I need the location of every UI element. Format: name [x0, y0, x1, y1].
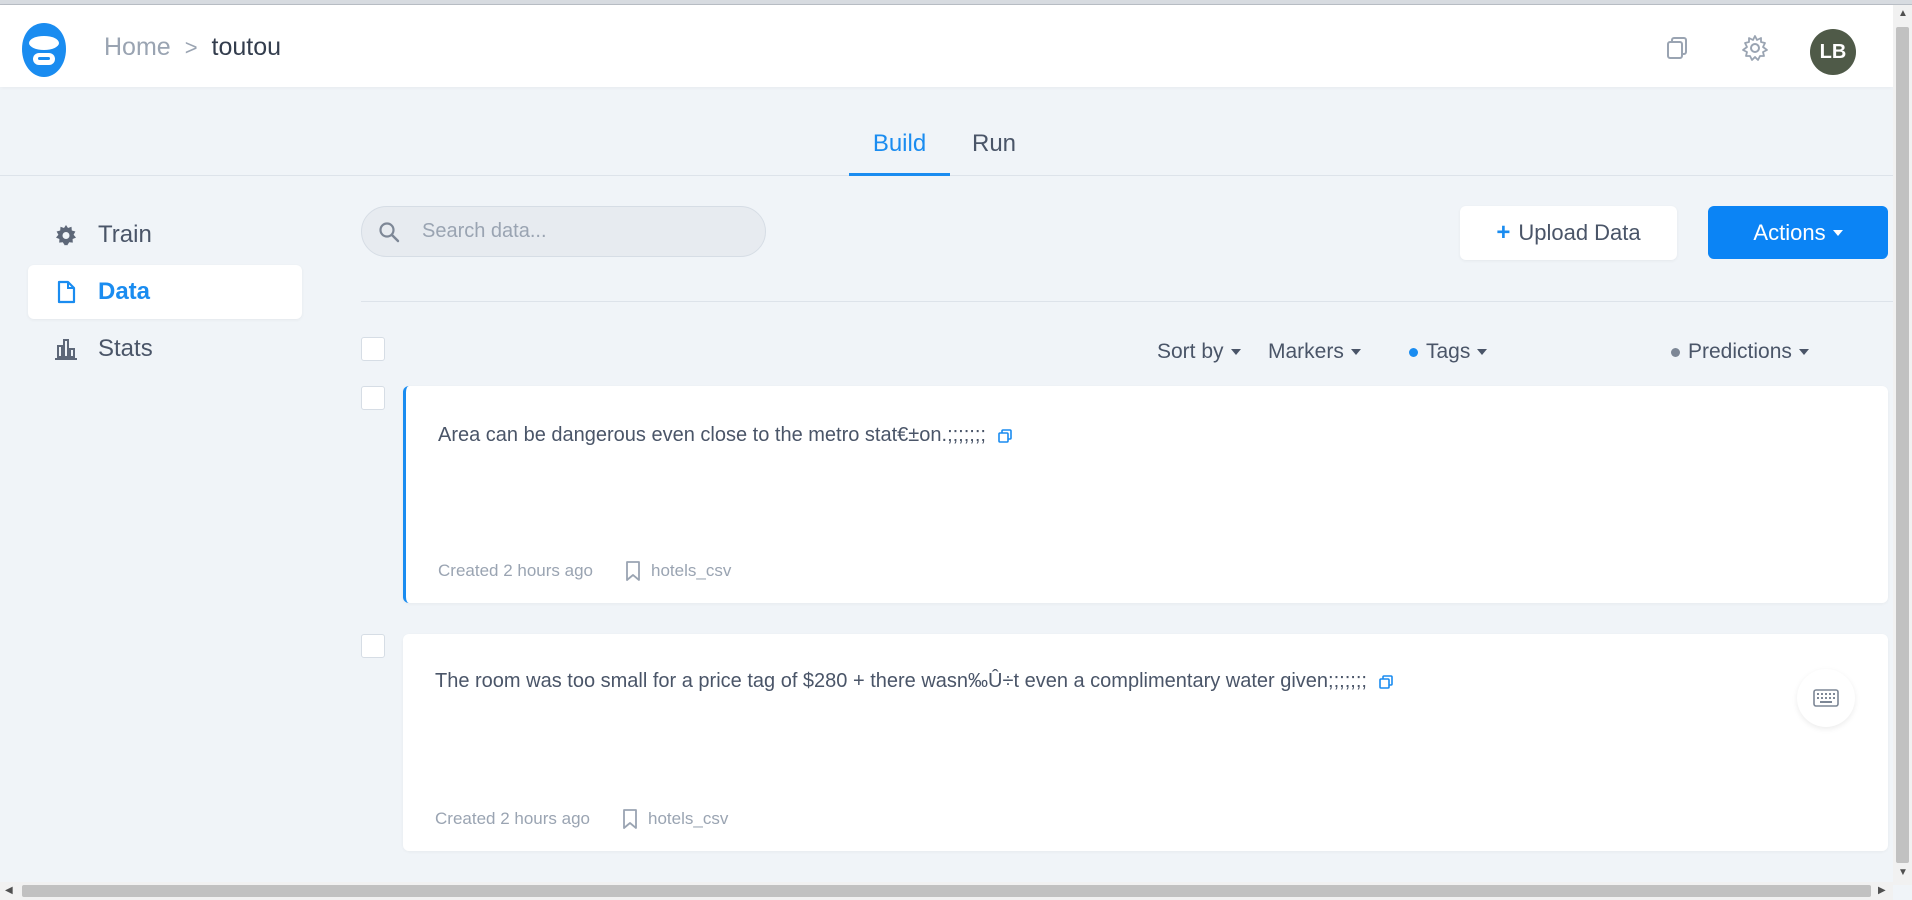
tags-label: Tags	[1426, 340, 1471, 363]
bookmark-icon	[626, 561, 640, 581]
breadcrumb-current: toutou	[211, 33, 282, 61]
search-icon	[379, 222, 400, 243]
upload-data-button[interactable]: + Upload Data	[1460, 206, 1677, 260]
copy-icon[interactable]	[1378, 674, 1394, 690]
bookmark-icon	[623, 809, 637, 829]
data-record-card[interactable]: Area can be dangerous even close to the …	[403, 386, 1888, 603]
tags-dot-icon	[1409, 347, 1418, 357]
keyboard-icon	[1813, 689, 1839, 707]
record-text: Area can be dangerous even close to the …	[438, 424, 986, 446]
chevron-down-icon	[1798, 349, 1809, 355]
scroll-up-arrow-icon[interactable]: ▲	[1898, 8, 1908, 19]
record-meta: Created 2 hours ago hotels_csv	[438, 561, 731, 581]
build-run-tabs: Build Run	[0, 120, 1893, 176]
sidebar-item-data[interactable]: Data	[28, 265, 302, 319]
sidebar-item-label: Stats	[98, 335, 153, 362]
monkey-logo-icon[interactable]	[20, 21, 68, 79]
plus-icon: +	[1496, 219, 1511, 246]
record-created: Created 2 hours ago	[438, 561, 593, 580]
record-source: hotels_csv	[651, 561, 732, 580]
record-source: hotels_csv	[648, 809, 729, 828]
record-checkbox[interactable]	[361, 386, 385, 410]
sidebar-item-stats[interactable]: Stats	[28, 322, 302, 376]
select-all-checkbox[interactable]	[361, 337, 385, 361]
copy-icon[interactable]	[997, 428, 1013, 444]
breadcrumb-home-link[interactable]: Home	[104, 33, 171, 62]
actions-dropdown-button[interactable]: Actions	[1708, 206, 1888, 259]
chevron-down-icon	[1350, 349, 1361, 355]
record-text-block: The room was too small for a price tag o…	[435, 663, 1395, 700]
chevron-down-icon	[1230, 349, 1241, 355]
chevron-down-icon	[1832, 229, 1843, 236]
sidebar-item-label: Train	[98, 221, 152, 248]
sort-by-dropdown[interactable]: Sort by	[1157, 340, 1241, 364]
avatar[interactable]: LB	[1810, 29, 1856, 75]
chevron-down-icon	[1477, 349, 1488, 355]
horizontal-scrollbar-thumb[interactable]	[22, 885, 1871, 897]
scroll-right-arrow-icon[interactable]: ▶	[1878, 885, 1886, 896]
sort-by-label: Sort by	[1157, 340, 1224, 363]
keyboard-shortcuts-button[interactable]	[1797, 669, 1855, 727]
search-input[interactable]	[422, 207, 752, 256]
predictions-dot-icon	[1671, 347, 1680, 357]
sidebar: Train Data Stats	[28, 208, 302, 379]
actions-label: Actions	[1753, 219, 1826, 245]
record-meta: Created 2 hours ago hotels_csv	[435, 809, 728, 829]
horizontal-scrollbar[interactable]: ◀ ▶	[0, 882, 1893, 900]
data-record-card[interactable]: The room was too small for a price tag o…	[403, 634, 1888, 851]
upload-data-label: Upload Data	[1518, 220, 1641, 245]
search-box	[361, 206, 766, 257]
breadcrumb: Home > toutou	[104, 33, 281, 62]
copy-icon[interactable]	[1662, 33, 1692, 63]
vertical-scrollbar-thumb[interactable]	[1896, 27, 1909, 863]
record-text: The room was too small for a price tag o…	[435, 670, 1367, 692]
scroll-down-arrow-icon[interactable]: ▼	[1898, 867, 1908, 878]
predictions-label: Predictions	[1688, 340, 1792, 363]
markers-dropdown[interactable]: Markers	[1268, 340, 1361, 364]
record-text-block: Area can be dangerous even close to the …	[438, 417, 1398, 454]
record-created: Created 2 hours ago	[435, 809, 590, 828]
tags-dropdown[interactable]: Tags	[1409, 340, 1488, 364]
toolbar-divider	[361, 301, 1893, 302]
tab-run[interactable]: Run	[960, 130, 1028, 176]
predictions-dropdown[interactable]: Predictions	[1671, 340, 1809, 364]
vertical-scrollbar[interactable]: ▲ ▼	[1893, 5, 1912, 885]
tab-build[interactable]: Build	[849, 130, 950, 176]
breadcrumb-separator: >	[184, 34, 198, 60]
bar-chart-icon	[55, 339, 77, 360]
record-checkbox[interactable]	[361, 634, 385, 658]
scroll-left-arrow-icon[interactable]: ◀	[5, 885, 13, 896]
markers-label: Markers	[1268, 340, 1344, 363]
app-header: Home > toutou LB	[0, 5, 1893, 87]
sidebar-item-label: Data	[98, 278, 151, 305]
gear-icon[interactable]	[1740, 33, 1770, 63]
document-icon	[57, 280, 76, 304]
sidebar-item-train[interactable]: Train	[28, 208, 302, 262]
gear-icon	[56, 225, 76, 246]
